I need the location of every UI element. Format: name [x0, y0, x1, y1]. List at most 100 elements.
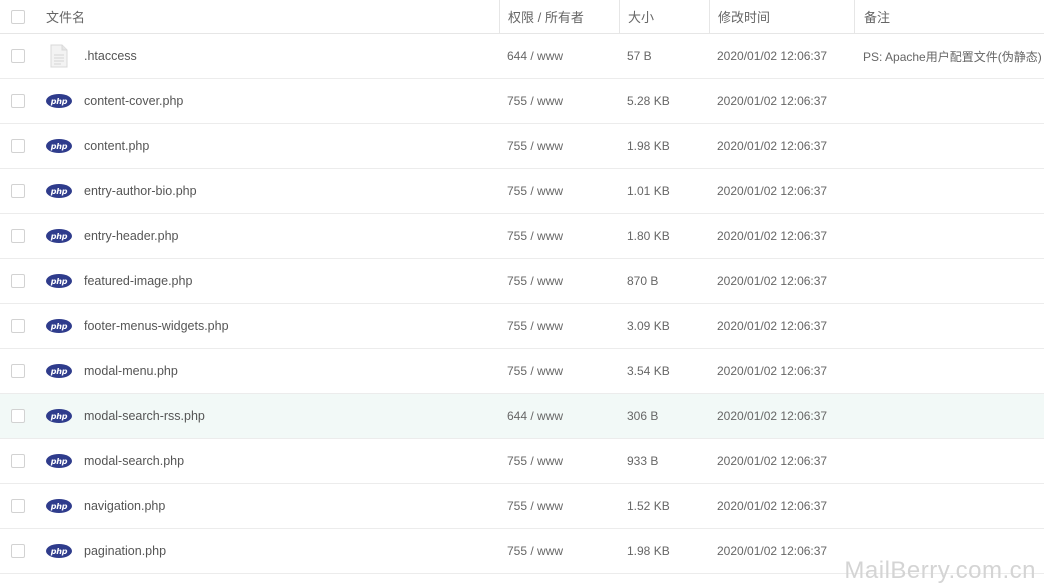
- file-name-cell[interactable]: php content-cover.php: [36, 79, 499, 123]
- file-permission[interactable]: 644 / www: [499, 394, 619, 438]
- row-checkbox-cell: [0, 34, 36, 78]
- row-checkbox[interactable]: [11, 274, 25, 288]
- file-modified-time: 2020/01/02 12:06:37: [717, 184, 828, 198]
- row-checkbox[interactable]: [11, 499, 25, 513]
- file-size: 1.52 KB: [627, 499, 670, 513]
- file-name-cell[interactable]: php modal-menu.php: [36, 349, 499, 393]
- php-icon: php: [46, 499, 72, 513]
- file-permission[interactable]: 755 / www: [499, 439, 619, 483]
- header-checkbox-cell: [0, 0, 36, 33]
- row-checkbox[interactable]: [11, 94, 25, 108]
- file-name-cell[interactable]: .htaccess: [36, 34, 499, 78]
- file-note: [854, 394, 1044, 438]
- file-modified-time: 2020/01/02 12:06:37: [717, 319, 828, 333]
- file-name[interactable]: content.php: [84, 139, 149, 153]
- file-name-cell[interactable]: php content.php: [36, 124, 499, 168]
- table-header: 文件名 权限 / 所有者 大小 修改时间 备注: [0, 0, 1044, 34]
- row-checkbox[interactable]: [11, 364, 25, 378]
- file-name-cell[interactable]: php footer-menus-widgets.php: [36, 304, 499, 348]
- file-note: [854, 529, 1044, 573]
- select-all-checkbox[interactable]: [11, 9, 25, 24]
- file-name[interactable]: content-cover.php: [84, 94, 183, 108]
- file-modified-time: 2020/01/02 12:06:37: [717, 94, 828, 108]
- header-size[interactable]: 大小: [619, 0, 709, 33]
- table-row[interactable]: php entry-author-bio.php 755 / www 1.01 KB 2…: [0, 169, 1044, 214]
- file-name-cell[interactable]: php navigation.php: [36, 484, 499, 528]
- file-note: [854, 484, 1044, 528]
- file-name[interactable]: modal-search-rss.php: [84, 409, 205, 423]
- file-permission[interactable]: 755 / www: [499, 259, 619, 303]
- table-row[interactable]: php pagination.php 755 / www 1.98 KB 2020/01…: [0, 529, 1044, 574]
- file-name[interactable]: entry-header.php: [84, 229, 179, 243]
- file-name[interactable]: footer-menus-widgets.php: [84, 319, 229, 333]
- table-row[interactable]: php modal-search.php 755 / www 933 B 2020/01…: [0, 439, 1044, 484]
- row-checkbox-cell: [0, 394, 36, 438]
- file-permission[interactable]: 755 / www: [499, 124, 619, 168]
- file-note: [854, 259, 1044, 303]
- file-modified-time: 2020/01/02 12:06:37: [717, 229, 828, 243]
- file-size: 5.28 KB: [627, 94, 670, 108]
- file-name-cell[interactable]: php modal-search-rss.php: [36, 394, 499, 438]
- table-row[interactable]: php content-cover.php 755 / www 5.28 KB 2020…: [0, 79, 1044, 124]
- file-note: [854, 439, 1044, 483]
- file-table: 文件名 权限 / 所有者 大小 修改时间 备注 .htaccess 644 / w…: [0, 0, 1044, 587]
- row-checkbox[interactable]: [11, 184, 25, 198]
- table-row[interactable]: php footer-menus-widgets.php 755 / www 3.09…: [0, 304, 1044, 349]
- file-name-cell[interactable]: php pagination.php: [36, 529, 499, 573]
- file-name[interactable]: .htaccess: [84, 49, 137, 63]
- file-permission[interactable]: 755 / www: [499, 484, 619, 528]
- row-checkbox-cell: [0, 484, 36, 528]
- file-name-cell[interactable]: php featured-image.php: [36, 259, 499, 303]
- file-note: [854, 124, 1044, 168]
- file-permission[interactable]: 644 / www: [499, 34, 619, 78]
- row-checkbox-cell: [0, 349, 36, 393]
- table-row[interactable]: php entry-header.php 755 / www 1.80 KB 2020/…: [0, 214, 1044, 259]
- row-checkbox-cell: [0, 259, 36, 303]
- row-checkbox[interactable]: [11, 544, 25, 558]
- file-icon: [46, 44, 72, 68]
- php-icon: php: [46, 454, 72, 468]
- row-checkbox-cell: [0, 124, 36, 168]
- file-name-cell[interactable]: php entry-author-bio.php: [36, 169, 499, 213]
- row-checkbox[interactable]: [11, 49, 25, 63]
- file-permission[interactable]: 755 / www: [499, 304, 619, 348]
- file-permission[interactable]: 755 / www: [499, 169, 619, 213]
- table-row[interactable]: php modal-search-rss.php 644 / www 306 B 202…: [0, 394, 1044, 439]
- table-row[interactable]: php navigation.php 755 / www 1.52 KB 2020/01…: [0, 484, 1044, 529]
- file-size: 57 B: [627, 49, 652, 63]
- table-row[interactable]: php modal-menu.php 755 / www 3.54 KB 2020/01…: [0, 349, 1044, 394]
- row-checkbox[interactable]: [11, 229, 25, 243]
- file-name[interactable]: navigation.php: [84, 499, 165, 513]
- file-list: .htaccess 644 / www 57 B 2020/01/02 12:06:3…: [0, 34, 1044, 574]
- php-icon: php: [46, 274, 72, 288]
- php-icon: php: [46, 184, 72, 198]
- row-checkbox-cell: [0, 79, 36, 123]
- row-checkbox[interactable]: [11, 409, 25, 423]
- row-checkbox[interactable]: [11, 454, 25, 468]
- row-checkbox[interactable]: [11, 139, 25, 153]
- file-name-cell[interactable]: php entry-header.php: [36, 214, 499, 258]
- php-icon: php: [46, 364, 72, 378]
- table-row[interactable]: php featured-image.php 755 / www 870 B 2020/…: [0, 259, 1044, 304]
- file-modified-time: 2020/01/02 12:06:37: [717, 364, 828, 378]
- header-name[interactable]: 文件名: [36, 0, 499, 33]
- file-name[interactable]: modal-menu.php: [84, 364, 178, 378]
- row-checkbox-cell: [0, 304, 36, 348]
- file-name[interactable]: entry-author-bio.php: [84, 184, 197, 198]
- file-size: 3.54 KB: [627, 364, 670, 378]
- file-permission[interactable]: 755 / www: [499, 214, 619, 258]
- file-name[interactable]: modal-search.php: [84, 454, 184, 468]
- table-row[interactable]: .htaccess 644 / www 57 B 2020/01/02 12:06:3…: [0, 34, 1044, 79]
- row-checkbox[interactable]: [11, 319, 25, 333]
- file-modified-time: 2020/01/02 12:06:37: [717, 454, 828, 468]
- file-name[interactable]: featured-image.php: [84, 274, 192, 288]
- header-modified[interactable]: 修改时间: [709, 0, 854, 33]
- file-permission[interactable]: 755 / www: [499, 529, 619, 573]
- file-permission[interactable]: 755 / www: [499, 79, 619, 123]
- header-permission[interactable]: 权限 / 所有者: [499, 0, 619, 33]
- file-name-cell[interactable]: php modal-search.php: [36, 439, 499, 483]
- file-permission[interactable]: 755 / www: [499, 349, 619, 393]
- php-icon: php: [46, 544, 72, 558]
- table-row[interactable]: php content.php 755 / www 1.98 KB 2020/01/02…: [0, 124, 1044, 169]
- file-name[interactable]: pagination.php: [84, 544, 166, 558]
